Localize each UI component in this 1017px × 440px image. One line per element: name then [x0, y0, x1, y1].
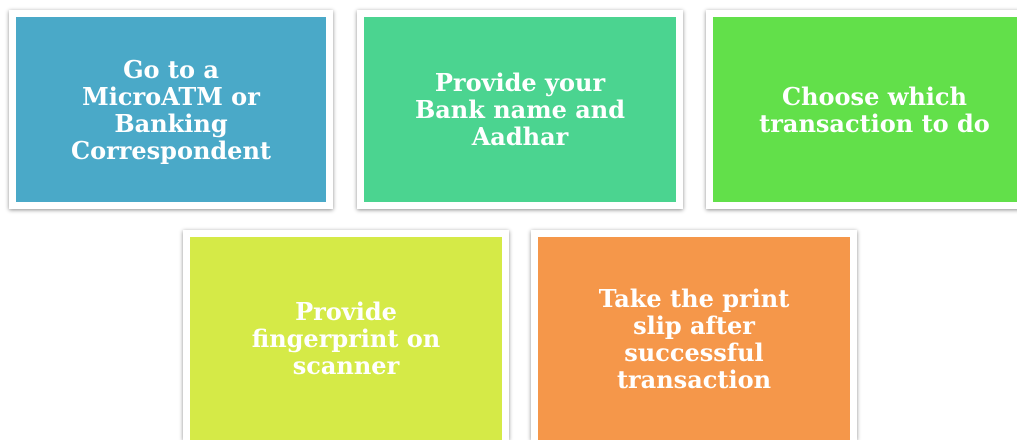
step-box-1: Go to a MicroATM or Banking Corresponden… [16, 17, 326, 202]
step-card-4: Provide fingerprint on scanner [183, 230, 509, 440]
step-card-1: Go to a MicroATM or Banking Corresponden… [9, 10, 333, 209]
step-box-5: Take the print slip after successful tra… [538, 237, 850, 440]
step-box-2: Provide your Bank name and Aadhar [364, 17, 676, 202]
step-card-5: Take the print slip after successful tra… [531, 230, 857, 440]
step-box-4: Provide fingerprint on scanner [190, 237, 502, 440]
step-card-2: Provide your Bank name and Aadhar [357, 10, 683, 209]
step-card-3: Choose which transaction to do [706, 10, 1017, 209]
step-box-3: Choose which transaction to do [713, 17, 1017, 202]
